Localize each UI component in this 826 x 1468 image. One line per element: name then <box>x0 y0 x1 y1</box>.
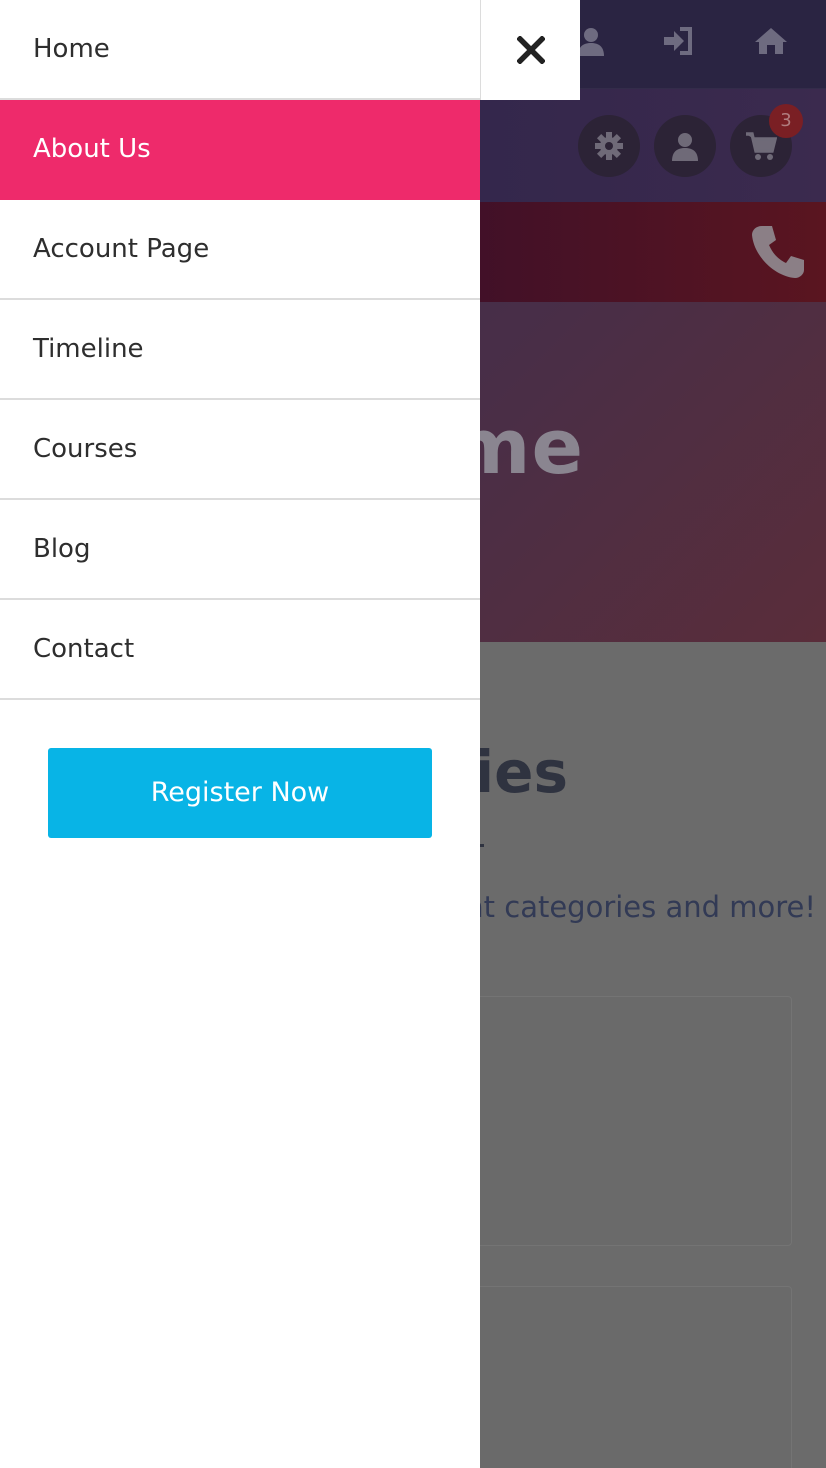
category-card[interactable] <box>470 1286 792 1468</box>
cart-count-badge: 3 <box>769 104 803 138</box>
nav-drawer: Home About Us Account Page Timeline Cour… <box>0 0 480 1468</box>
phone-icon[interactable] <box>748 222 808 282</box>
menu-item-account-page[interactable]: Account Page <box>0 200 480 300</box>
gear-icon <box>595 132 623 160</box>
close-icon <box>517 36 545 64</box>
menu-item-blog[interactable]: Blog <box>0 500 480 600</box>
menu-item-about-us[interactable]: About Us <box>0 100 480 200</box>
user-icon <box>672 133 698 161</box>
account-button[interactable] <box>654 115 716 177</box>
drawer-menu: Home About Us Account Page Timeline Cour… <box>0 0 480 700</box>
menu-item-timeline[interactable]: Timeline <box>0 300 480 400</box>
category-card[interactable] <box>470 996 792 1246</box>
menu-item-contact[interactable]: Contact <box>0 600 480 700</box>
register-now-button[interactable]: Register Now <box>48 748 432 838</box>
settings-button[interactable] <box>578 115 640 177</box>
sign-in-icon[interactable] <box>661 26 695 60</box>
cart-icon <box>746 132 778 160</box>
home-icon[interactable] <box>754 26 788 60</box>
menu-item-courses[interactable]: Courses <box>0 400 480 500</box>
close-drawer-button[interactable] <box>480 0 580 100</box>
menu-item-home[interactable]: Home <box>0 0 480 100</box>
